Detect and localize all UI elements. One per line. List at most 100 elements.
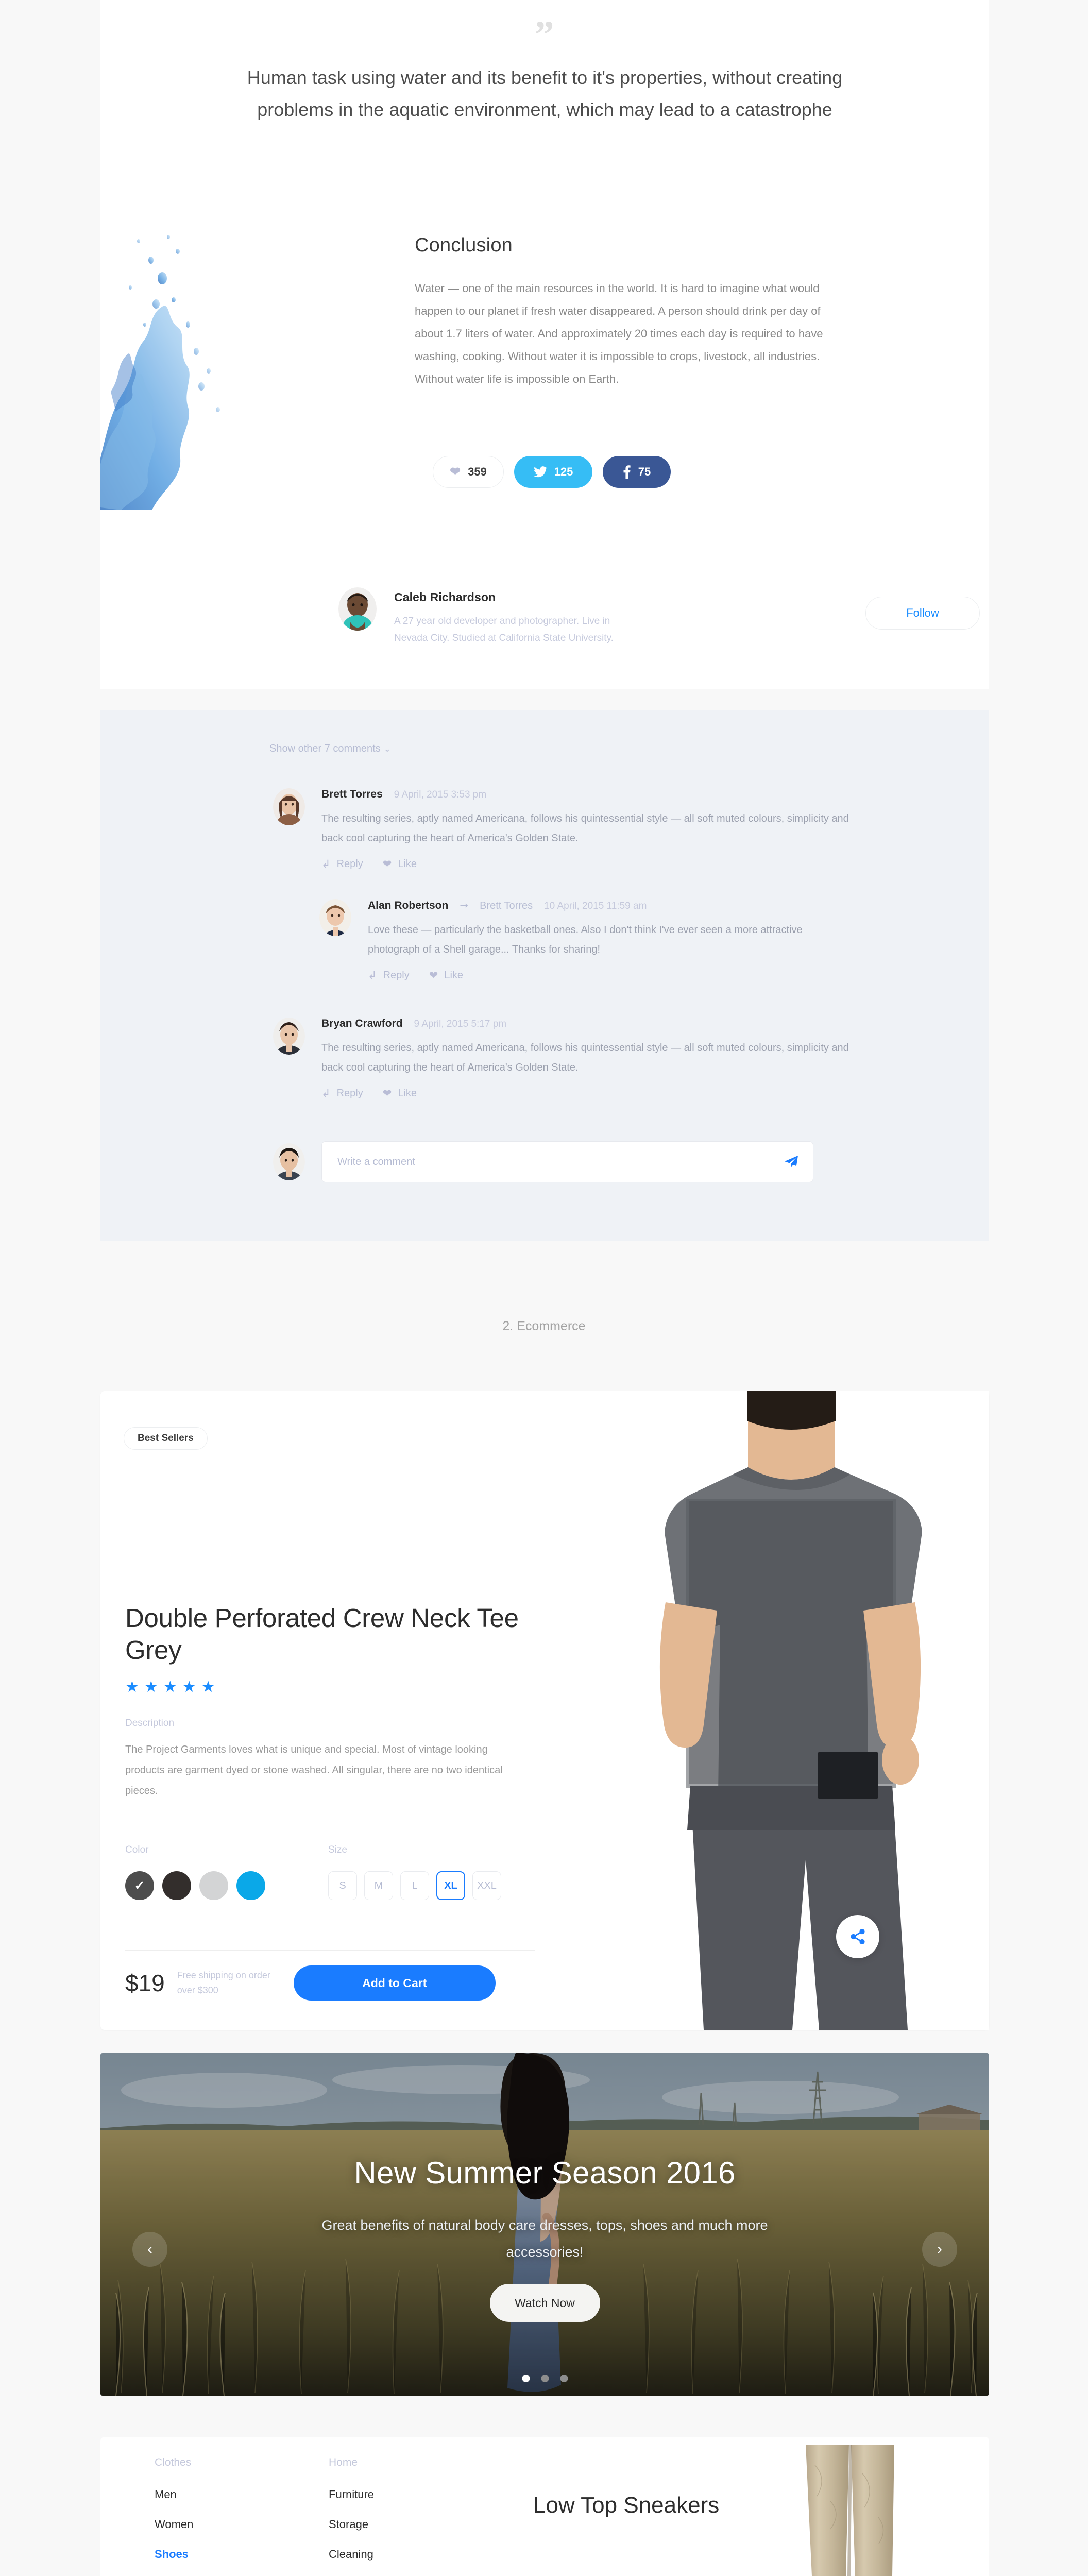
price-divider: [125, 1950, 535, 1951]
product-price: $19: [125, 1970, 165, 1996]
color-label: Color: [125, 1844, 149, 1855]
star-filled-icon: ★: [144, 1679, 158, 1696]
purchase-row: $19 Free shipping on order over $300 Add…: [125, 1965, 496, 2001]
carousel-dot-1[interactable]: [522, 2375, 530, 2382]
size-selector: S M L XL XXL: [328, 1871, 501, 1900]
size-option-l[interactable]: L: [400, 1871, 429, 1900]
like-count: 359: [468, 465, 487, 478]
size-option-xxl[interactable]: XXL: [472, 1871, 501, 1900]
carousel-dot-3[interactable]: [560, 2375, 568, 2382]
comment-body: Bryan Crawford 9 April, 2015 5:17 pm The…: [321, 1018, 850, 1099]
size-option-group: Size S M L XL XXL: [328, 1844, 501, 1900]
share-nodes-icon: [851, 1928, 865, 1945]
reply-label: Reply: [336, 1088, 363, 1099]
show-other-comments-toggle[interactable]: Show other 7 comments ⌄: [269, 743, 391, 755]
conclusion-heading: Conclusion: [415, 234, 513, 256]
reply-label: Reply: [383, 970, 410, 981]
category-item-men[interactable]: Men: [155, 2488, 193, 2501]
check-icon: ✓: [134, 1878, 145, 1893]
heart-icon: ❤: [429, 970, 438, 981]
comment-actions: ↲ Reply ❤ Like: [368, 970, 850, 981]
chevron-right-icon: ›: [937, 2241, 942, 2258]
feature-product-photo: [753, 2445, 988, 2576]
star-filled-icon: ★: [163, 1679, 177, 1696]
shipping-note: Free shipping on order over $300: [177, 1970, 270, 1995]
comment-like-button[interactable]: ❤ Like: [383, 1088, 417, 1099]
carousel-next-button[interactable]: ›: [922, 2232, 957, 2267]
product-options: Color ✓ Size S M L XL XXL: [125, 1844, 501, 1900]
color-swatch-cyan[interactable]: [236, 1871, 265, 1900]
comment-header: Alan Robertson ➞ Brett Torres 10 April, …: [368, 899, 850, 912]
category-column-clothes: Clothes Men Women Shoes: [155, 2456, 193, 2576]
best-sellers-badge: Best Sellers: [124, 1427, 208, 1450]
size-option-m[interactable]: M: [364, 1871, 393, 1900]
comment-reply-button[interactable]: ↲ Reply: [321, 858, 363, 870]
category-item-shoes[interactable]: Shoes: [155, 2548, 193, 2561]
comment-input-box[interactable]: [321, 1141, 813, 1182]
article-pull-quote: Human task using water and its benefit t…: [247, 67, 843, 120]
facebook-count: 75: [638, 465, 651, 478]
color-swatch-black[interactable]: [162, 1871, 191, 1900]
size-option-s[interactable]: S: [328, 1871, 357, 1900]
follow-button[interactable]: Follow: [865, 597, 980, 630]
comment-reply-target[interactable]: Brett Torres: [480, 900, 533, 912]
category-item-furniture[interactable]: Furniture: [329, 2488, 374, 2501]
comment-composer: [273, 1141, 850, 1182]
category-item-storage[interactable]: Storage: [329, 2518, 374, 2531]
avatar: [319, 899, 351, 936]
comment-reply-button[interactable]: ↲ Reply: [321, 1088, 363, 1099]
comment-like-button[interactable]: ❤ Like: [383, 858, 417, 870]
facebook-f-icon: [623, 465, 631, 479]
comment-reply-button[interactable]: ↲ Reply: [368, 970, 410, 981]
color-swatches: ✓: [125, 1871, 265, 1900]
carousel-dots: [522, 2375, 568, 2382]
comment-text: Love these — particularly the basketball…: [368, 924, 803, 955]
category-item-women[interactable]: Women: [155, 2518, 193, 2531]
description-text: The Project Garments loves what is uniqu…: [125, 1744, 503, 1797]
comment-actions: ↲ Reply ❤ Like: [321, 858, 850, 870]
carousel-prev-button[interactable]: ‹: [132, 2232, 167, 2267]
heart-icon: ❤: [382, 858, 392, 870]
heart-icon: ❤: [382, 1088, 392, 1099]
social-share-row: ❤ 359 125 75: [433, 456, 671, 488]
quote-mark-icon: ”: [534, 13, 555, 57]
category-item-cleaning[interactable]: Cleaning: [329, 2548, 374, 2561]
comment-text: The resulting series, aptly named Americ…: [321, 813, 849, 844]
comment-body: Alan Robertson ➞ Brett Torres 10 April, …: [368, 899, 850, 981]
description-label: Description: [125, 1718, 175, 1728]
watch-now-button[interactable]: Watch Now: [489, 2284, 600, 2322]
size-option-xl[interactable]: XL: [436, 1871, 465, 1900]
article-card: ” Human task using water and its benefit…: [100, 0, 989, 689]
comment-author: Bryan Crawford: [321, 1018, 403, 1029]
product-info: Double Perforated Crew Neck Tee Grey ★ ★…: [125, 1602, 537, 1801]
facebook-share-button[interactable]: 75: [603, 456, 671, 488]
comment-date: 10 April, 2015 11:59 am: [544, 901, 647, 911]
comment-input[interactable]: [322, 1142, 784, 1182]
share-button[interactable]: [836, 1915, 879, 1958]
avatar: [273, 1018, 305, 1055]
comment-author: Brett Torres: [321, 788, 383, 800]
comment-body: Brett Torres 9 April, 2015 3:53 pm The r…: [321, 788, 850, 870]
color-swatch-light-grey[interactable]: [199, 1871, 228, 1900]
comment-like-button[interactable]: ❤ Like: [429, 970, 463, 981]
color-swatch-dark-grey[interactable]: ✓: [125, 1871, 154, 1900]
author-row: Caleb Richardson A 27 year old developer…: [338, 587, 980, 659]
water-splash-illustration: [100, 235, 220, 510]
star-filled-icon: ★: [182, 1679, 196, 1696]
add-to-cart-button[interactable]: Add to Cart: [293, 1965, 496, 2001]
author-bio: A 27 year old developer and photographer…: [394, 616, 614, 643]
heart-icon: ❤: [450, 464, 461, 479]
carousel-dot-2[interactable]: [541, 2375, 549, 2382]
send-paper-plane-icon[interactable]: [784, 1155, 813, 1168]
like-button[interactable]: ❤ 359: [433, 456, 504, 488]
twitter-share-button[interactable]: 125: [514, 456, 592, 488]
reply-to-arrow-icon: ➞: [460, 900, 469, 911]
section-label-ecommerce: 2. Ecommerce: [502, 1319, 586, 1333]
hero-subtitle: Great benefits of natural body care dres…: [321, 2217, 768, 2260]
size-label: Size: [328, 1844, 347, 1855]
like-label: Like: [398, 858, 417, 870]
product-rating: ★ ★ ★ ★ ★: [125, 1680, 537, 1695]
feature-title: Low Top Sneakers: [533, 2493, 720, 2518]
comment-text: The resulting series, aptly named Americ…: [321, 1042, 849, 1073]
chevron-down-icon: ⌄: [383, 744, 391, 754]
